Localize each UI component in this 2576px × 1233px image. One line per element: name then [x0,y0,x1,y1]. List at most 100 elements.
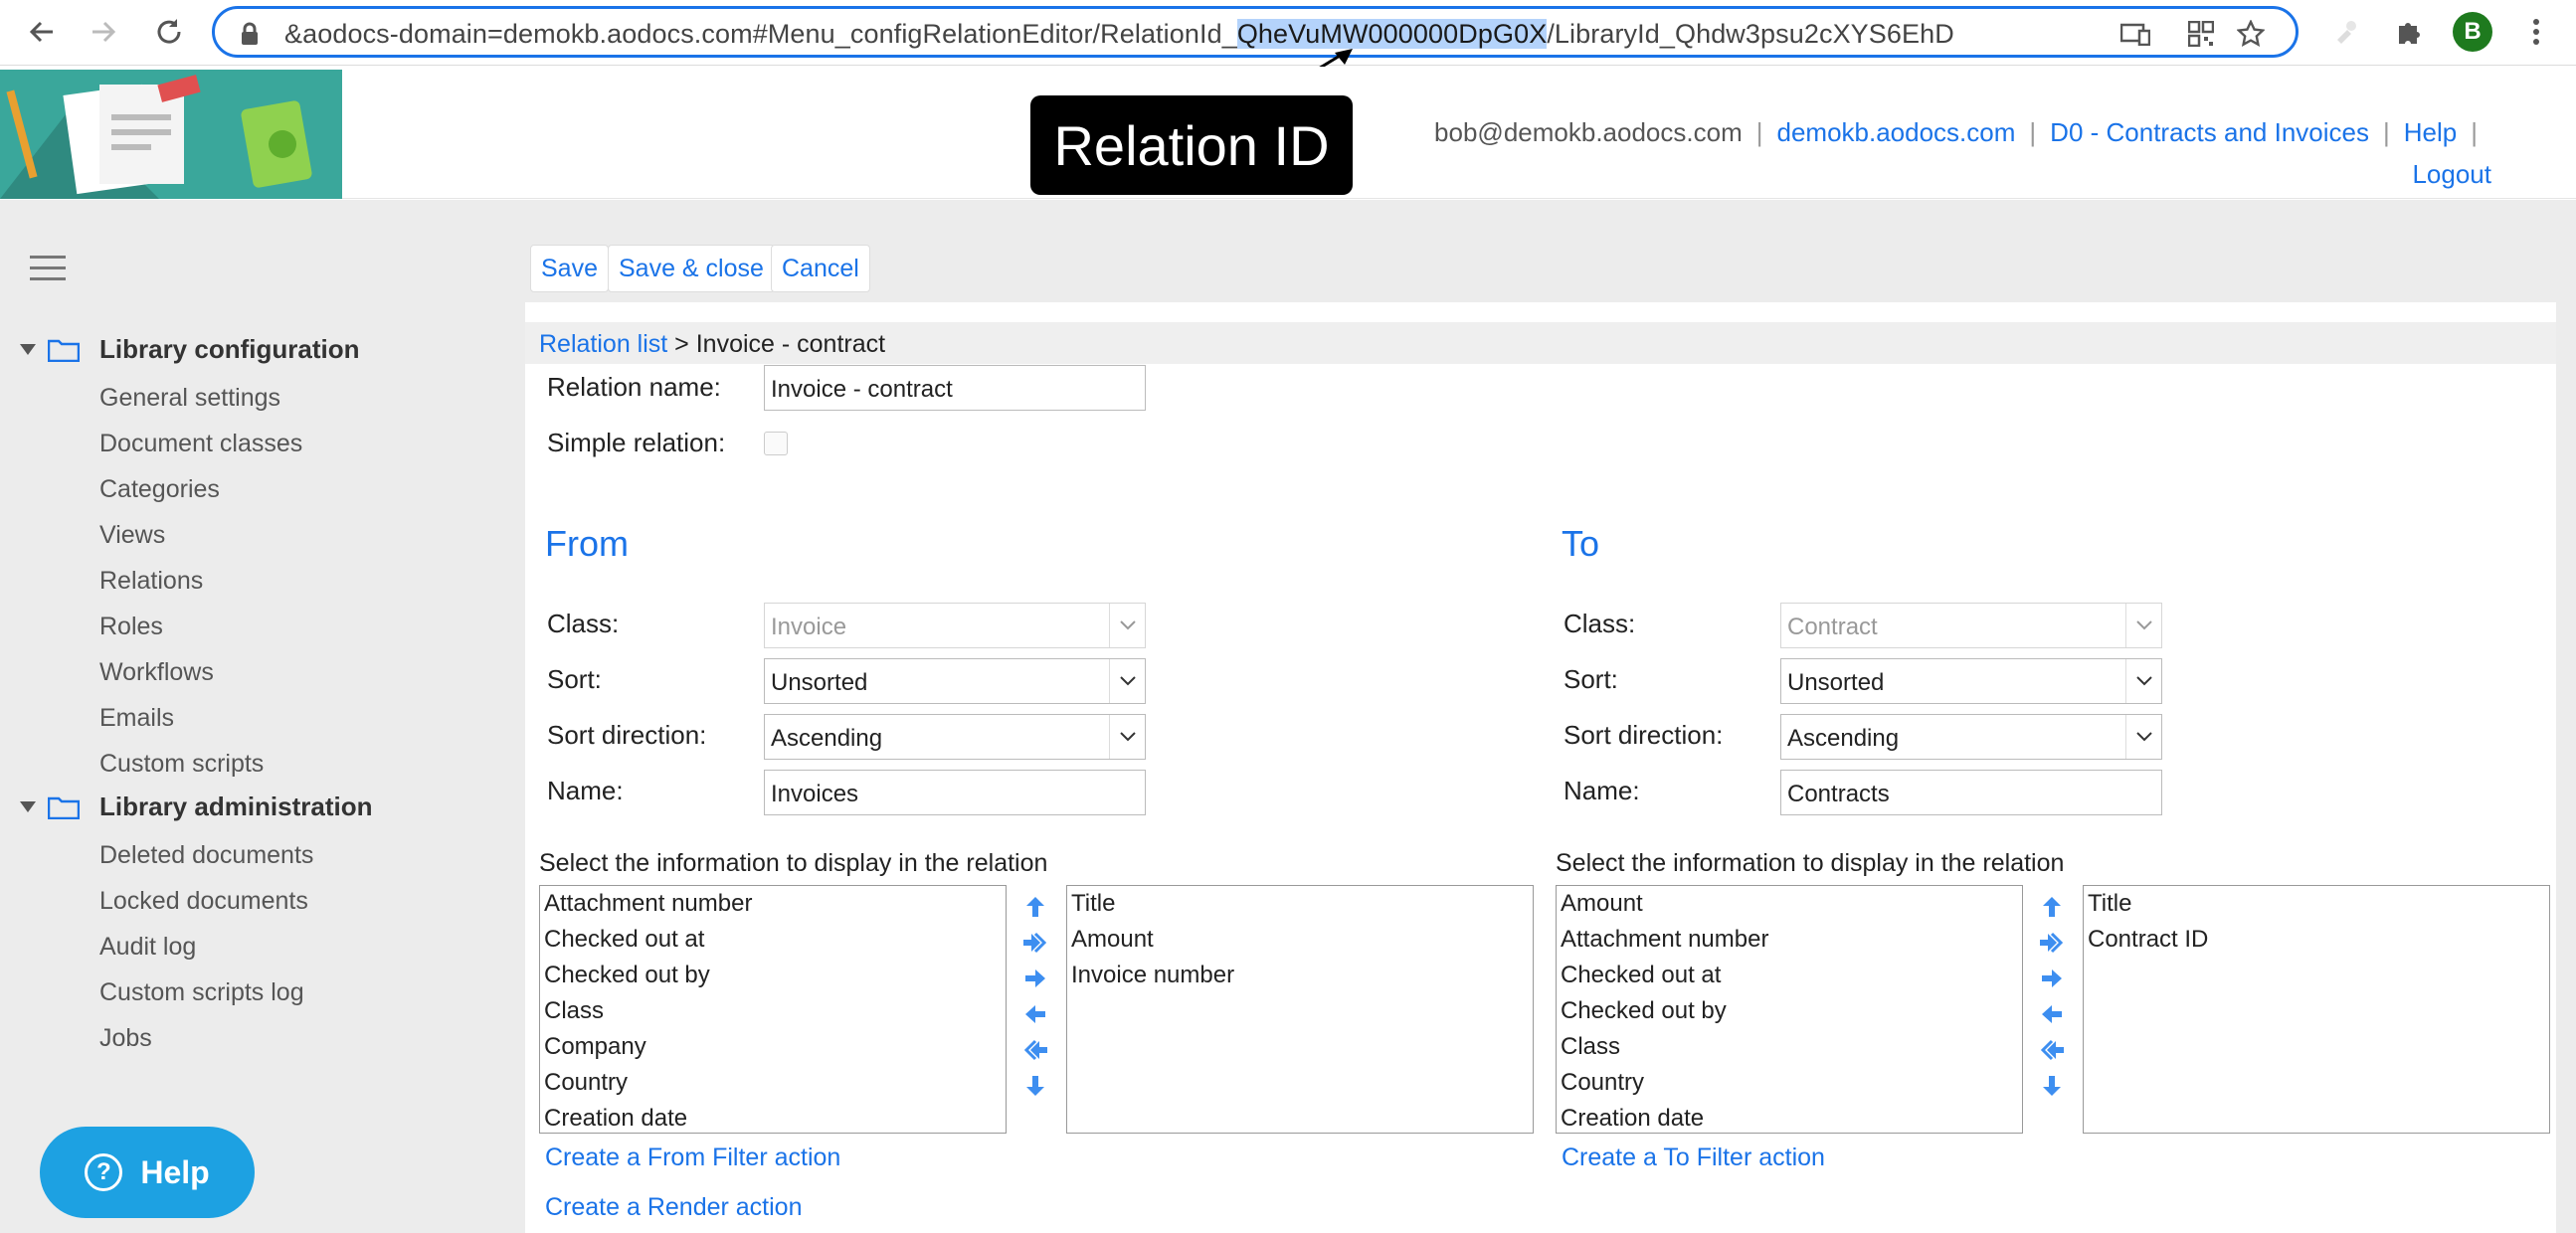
more-vert-icon[interactable] [2516,12,2556,52]
to-name-input[interactable]: Contracts [1780,770,2162,815]
logout-link[interactable]: Logout [2412,159,2491,189]
from-class-label: Class: [547,609,620,638]
from-selected-fields-list[interactable]: Title Amount Invoice number [1066,885,1534,1134]
cancel-button[interactable]: Cancel [771,245,870,292]
sidebar-item-workflows[interactable]: Workflows [99,658,214,687]
from-name-label: Name: [547,776,624,805]
list-item[interactable]: Checked out at [540,922,1006,958]
forward-icon[interactable] [84,12,123,52]
help-button[interactable]: ? Help [40,1127,255,1218]
list-item[interactable]: Country [1557,1065,2022,1101]
help-link[interactable]: Help [2404,117,2457,147]
move-up-icon[interactable] [1020,889,1050,925]
chevron-down-icon [2125,604,2161,647]
to-sort-label: Sort: [1564,664,1618,694]
list-item[interactable]: Title [1067,886,1533,922]
move-down-icon[interactable] [1020,1068,1050,1104]
sidebar-item-emails[interactable]: Emails [99,704,174,733]
list-item[interactable]: Checked out by [1557,993,2022,1029]
to-sort-select[interactable]: Unsorted [1780,658,2162,704]
to-sort-direction-select[interactable]: Ascending [1780,714,2162,760]
to-class-select: Contract [1780,603,2162,648]
section-library-administration[interactable]: Library administration [20,792,373,822]
sidebar-item-views[interactable]: Views [99,521,165,550]
add-all-icon[interactable] [1020,925,1050,961]
to-selected-fields-list[interactable]: Title Contract ID [2083,885,2550,1134]
section-library-configuration[interactable]: Library configuration [20,334,359,365]
breadcrumb: Relation list > Invoice - contract [525,322,2556,364]
sidebar-item-document-classes[interactable]: Document classes [99,430,302,458]
sidebar-item-jobs[interactable]: Jobs [99,1024,152,1053]
list-item[interactable]: Class [540,993,1006,1029]
create-to-filter-action-link[interactable]: Create a To Filter action [1562,1144,1825,1172]
list-item[interactable]: Invoice number [1067,958,1533,993]
sidebar-item-custom-scripts[interactable]: Custom scripts [99,750,264,779]
profile-avatar[interactable]: B [2453,12,2492,52]
sidebar-item-categories[interactable]: Categories [99,475,220,504]
library-link[interactable]: D0 - Contracts and Invoices [2050,117,2369,147]
lock-icon[interactable] [233,17,267,51]
sidebar-item-audit-log[interactable]: Audit log [99,933,196,962]
save-button[interactable]: Save [530,245,609,292]
remove-icon[interactable] [1020,996,1050,1032]
list-item[interactable]: Country [540,1065,1006,1101]
simple-relation-checkbox[interactable] [764,432,788,455]
to-class-label: Class: [1564,609,1636,638]
qr-code-icon[interactable] [2184,17,2218,51]
create-render-action-link[interactable]: Create a Render action [545,1193,802,1222]
question-icon: ? [85,1153,123,1191]
reload-icon[interactable] [149,12,189,52]
sidebar-item-roles[interactable]: Roles [99,613,163,641]
user-email: bob@demokb.aodocs.com [1434,117,1743,147]
sidebar-item-relations[interactable]: Relations [99,567,203,596]
from-sort-direction-label: Sort direction: [547,720,707,750]
sidebar-item-custom-scripts-log[interactable]: Custom scripts log [99,978,304,1007]
list-item[interactable]: Creation date [1557,1101,2022,1133]
list-item[interactable]: Checked out at [1557,958,2022,993]
extension-icon[interactable] [2325,12,2365,52]
sidebar-item-deleted-documents[interactable]: Deleted documents [99,841,313,870]
star-icon[interactable] [2234,17,2268,51]
move-down-icon[interactable] [2037,1068,2067,1104]
remove-all-icon[interactable] [1020,1032,1050,1068]
add-icon[interactable] [2037,961,2067,996]
list-item[interactable]: Class [1557,1029,2022,1065]
add-icon[interactable] [1020,961,1050,996]
list-item[interactable]: Company [540,1029,1006,1065]
back-icon[interactable] [22,12,62,52]
create-from-filter-action-link[interactable]: Create a From Filter action [545,1144,840,1172]
from-heading: From [545,523,629,564]
relation-editor-panel: Relation list > Invoice - contract Relat… [525,302,2556,1233]
sidebar-item-locked-documents[interactable]: Locked documents [99,887,308,916]
from-name-input[interactable]: Invoices [764,770,1146,815]
cast-icon[interactable] [2118,17,2152,51]
sidebar-item-general-settings[interactable]: General settings [99,384,280,413]
from-move-controls [1020,889,1050,1104]
list-item[interactable]: Checked out by [540,958,1006,993]
to-heading: To [1562,523,1600,564]
to-sort-direction-label: Sort direction: [1564,720,1724,750]
from-sort-direction-select[interactable]: Ascending [764,714,1146,760]
list-item[interactable]: Attachment number [540,886,1006,922]
puzzle-icon[interactable] [2389,12,2429,52]
list-item[interactable]: Amount [1557,886,2022,922]
list-item[interactable]: Contract ID [2084,922,2549,958]
chevron-down-icon [1109,715,1145,759]
domain-link[interactable]: demokb.aodocs.com [1777,117,2016,147]
save-close-button[interactable]: Save & close [608,245,775,292]
list-item[interactable]: Creation date [540,1101,1006,1133]
relation-name-input[interactable]: Invoice - contract [764,365,1146,411]
remove-all-icon[interactable] [2037,1032,2067,1068]
relation-list-link[interactable]: Relation list [539,330,667,358]
from-sort-select[interactable]: Unsorted [764,658,1146,704]
list-item[interactable]: Title [2084,886,2549,922]
add-all-icon[interactable] [2037,925,2067,961]
from-available-fields-list[interactable]: Attachment number Checked out at Checked… [539,885,1007,1134]
list-item[interactable]: Attachment number [1557,922,2022,958]
move-up-icon[interactable] [2037,889,2067,925]
chevron-down-icon [1109,604,1145,647]
list-item[interactable]: Amount [1067,922,1533,958]
remove-icon[interactable] [2037,996,2067,1032]
to-available-fields-list[interactable]: Amount Attachment number Checked out at … [1556,885,2023,1134]
menu-icon[interactable] [30,256,66,281]
